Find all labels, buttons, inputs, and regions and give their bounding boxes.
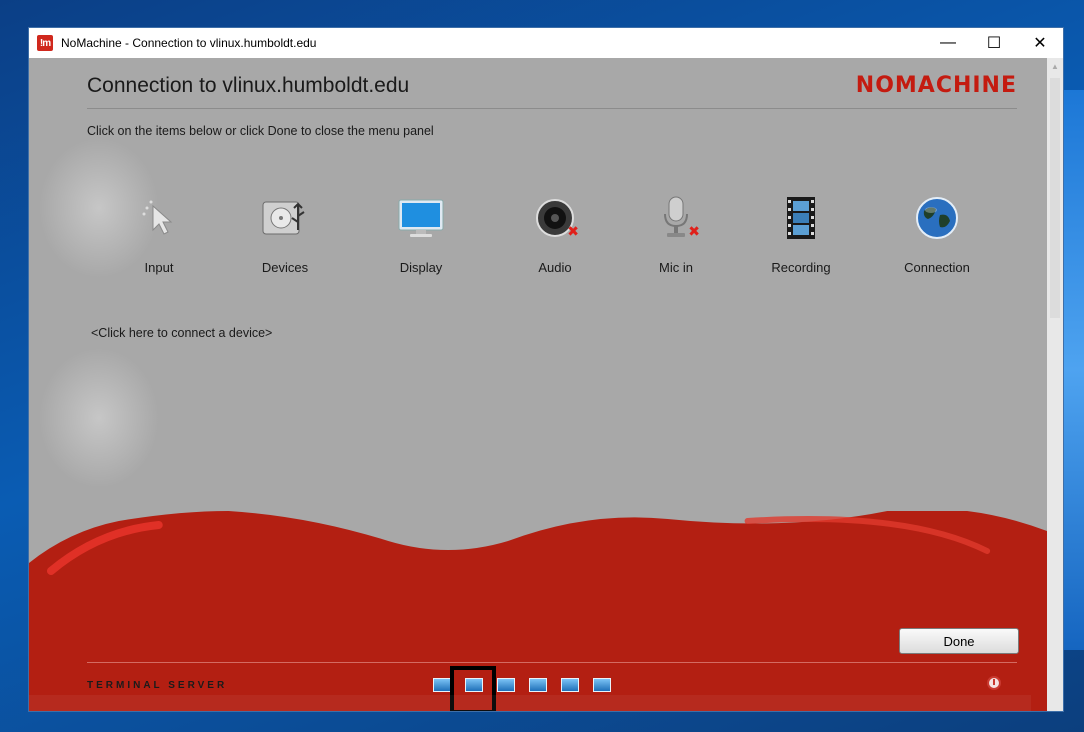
fullscreen-icon[interactable]	[496, 676, 516, 694]
terminal-server-label: TERMINAL SERVER	[87, 680, 228, 691]
minimize-button[interactable]: —	[925, 28, 971, 58]
menu-item-devices[interactable]: Devices	[230, 188, 340, 275]
monitor-icon	[391, 188, 451, 248]
microphone-muted-icon: ✖	[646, 188, 706, 248]
nomachine-window: !m NoMachine - Connection to vlinux.humb…	[28, 27, 1064, 712]
fit-to-window-icon[interactable]	[432, 676, 452, 694]
menu-panel: Connection to vlinux.humboldt.edu NOMACH…	[29, 58, 1047, 711]
menu-item-label: Input	[144, 260, 174, 275]
nomachine-logo: NOMACHINE	[855, 73, 1017, 98]
cursor-icon	[129, 188, 189, 248]
scale-icon[interactable]	[560, 676, 580, 694]
menu-item-connection[interactable]: Connection	[882, 188, 992, 275]
footer-divider	[87, 662, 1017, 663]
resize-remote-display-icon[interactable]	[450, 666, 496, 711]
menu-item-label: Devices	[261, 260, 309, 275]
nomachine-app-icon: !m	[37, 35, 53, 51]
close-button[interactable]: ✕	[1017, 28, 1063, 58]
film-icon	[771, 188, 831, 248]
menu-item-label: Recording	[771, 260, 831, 275]
devices-icon	[255, 188, 315, 248]
menu-item-mic-in[interactable]: ✖ Mic in	[621, 188, 731, 275]
instructions-text: Click on the items below or click Done t…	[87, 124, 434, 138]
done-button[interactable]: Done	[899, 628, 1019, 654]
globe-icon	[907, 188, 967, 248]
vertical-scrollbar[interactable]: ▲	[1047, 58, 1063, 711]
display-settings-icon[interactable]	[592, 676, 612, 694]
title-bar[interactable]: !m NoMachine - Connection to vlinux.humb…	[29, 28, 1063, 58]
menu-item-audio[interactable]: ✖ Audio	[500, 188, 610, 275]
disconnect-power-icon[interactable]	[987, 676, 1001, 690]
horizontal-scrollbar[interactable]	[29, 695, 1031, 711]
multiple-monitors-icon[interactable]	[528, 676, 548, 694]
menu-item-label: Connection	[904, 260, 970, 275]
maximize-button[interactable]: ☐	[971, 28, 1017, 58]
menu-item-label: Display	[399, 260, 443, 275]
menu-item-recording[interactable]: Recording	[746, 188, 856, 275]
window-title: NoMachine - Connection to vlinux.humbold…	[61, 36, 317, 50]
connect-device-link[interactable]: <Click here to connect a device>	[91, 326, 272, 340]
menu-item-display[interactable]: Display	[366, 188, 476, 275]
scroll-up-icon[interactable]: ▲	[1047, 58, 1063, 74]
menu-item-input[interactable]: Input	[104, 188, 214, 275]
page-title: Connection to vlinux.humboldt.edu	[87, 74, 410, 97]
speaker-muted-icon: ✖	[525, 188, 585, 248]
scrollbar-thumb[interactable]	[1050, 78, 1060, 318]
header-divider	[87, 108, 1017, 109]
menu-item-label: Mic in	[659, 260, 693, 275]
menu-item-label: Audio	[538, 260, 572, 275]
